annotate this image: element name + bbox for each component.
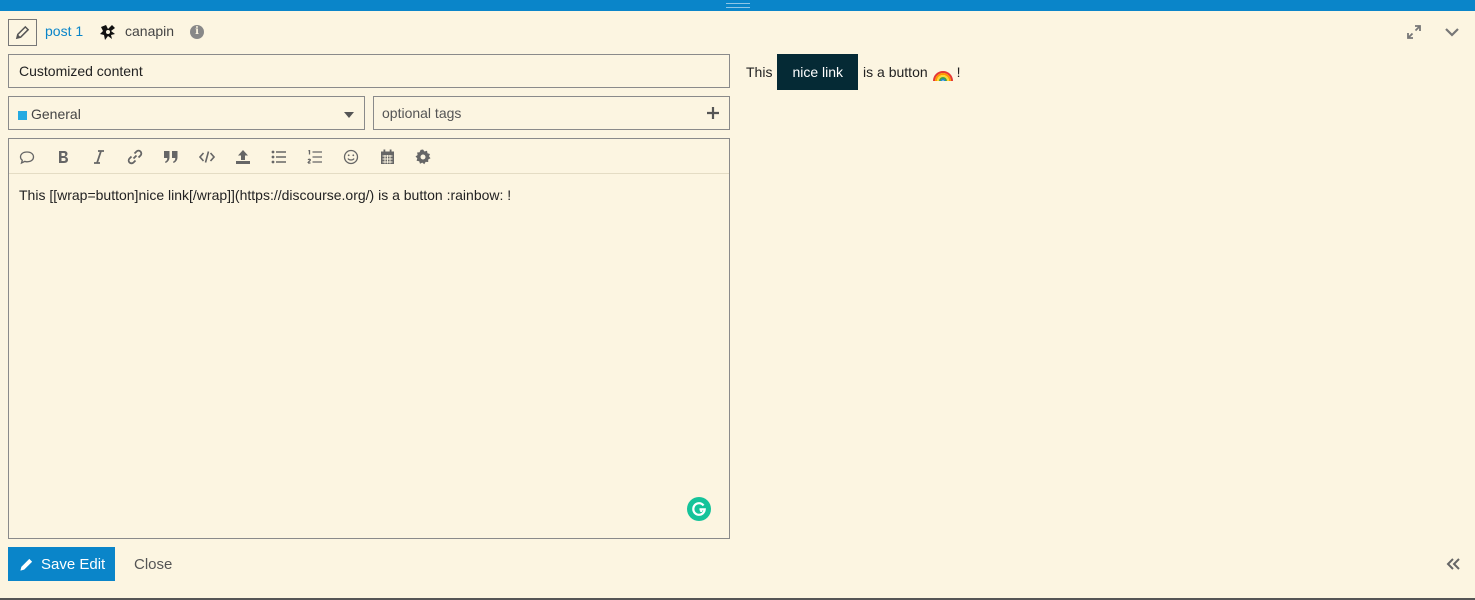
grammarly-icon[interactable] — [687, 497, 711, 521]
preview-panel: This nice link is a button ! — [746, 54, 961, 90]
numbered-list-icon[interactable] — [306, 148, 324, 166]
composer-top-bar[interactable] — [0, 0, 1475, 11]
calendar-icon[interactable] — [378, 148, 396, 166]
gear-icon[interactable] — [414, 148, 432, 166]
emoji-icon[interactable] — [342, 148, 360, 166]
preview-text-before: This — [746, 64, 773, 80]
bold-icon[interactable] — [54, 148, 72, 166]
link-icon[interactable] — [126, 148, 144, 166]
code-icon[interactable] — [198, 148, 216, 166]
composer-header: post 1 canapin i — [8, 18, 1467, 46]
editor-toolbar — [9, 139, 729, 174]
editor-panel: This [[wrap=button]nice link[/wrap]](htt… — [8, 138, 730, 539]
italic-icon[interactable] — [90, 148, 108, 166]
bullet-list-icon[interactable] — [270, 148, 288, 166]
preview-text-end: ! — [956, 64, 961, 80]
caret-down-icon — [344, 112, 354, 118]
topic-title-input[interactable] — [8, 54, 730, 88]
double-chevron-left-icon[interactable] — [1445, 556, 1461, 572]
category-selector[interactable]: General — [8, 96, 365, 130]
editor-textarea[interactable]: This [[wrap=button]nice link[/wrap]](htt… — [19, 187, 511, 203]
save-edit-button[interactable]: Save Edit — [8, 547, 115, 581]
preview-text-after: is a button — [863, 64, 928, 80]
upload-icon[interactable] — [234, 148, 252, 166]
edit-pencil-button[interactable] — [8, 19, 37, 46]
post-link[interactable]: post 1 — [45, 23, 83, 39]
plus-icon[interactable] — [706, 106, 720, 120]
user-avatar-icon — [100, 25, 115, 40]
category-color-swatch — [18, 111, 27, 120]
chevron-down-icon[interactable] — [1444, 24, 1460, 40]
tags-input[interactable] — [374, 97, 694, 129]
tag-selector[interactable] — [373, 96, 730, 130]
quote-icon[interactable] — [18, 148, 36, 166]
preview-nice-link-button[interactable]: nice link — [777, 54, 859, 90]
blockquote-icon[interactable] — [162, 148, 180, 166]
pencil-icon — [20, 558, 33, 571]
fullscreen-icon[interactable] — [1406, 24, 1422, 40]
resize-grip[interactable] — [726, 3, 750, 8]
username-label: canapin — [125, 23, 175, 39]
category-label: General — [31, 106, 81, 122]
save-edit-label: Save Edit — [41, 555, 106, 573]
close-link[interactable]: Close — [134, 556, 172, 573]
info-icon[interactable]: i — [190, 25, 204, 39]
rainbow-emoji-icon — [932, 71, 953, 82]
pencil-icon — [15, 25, 30, 40]
